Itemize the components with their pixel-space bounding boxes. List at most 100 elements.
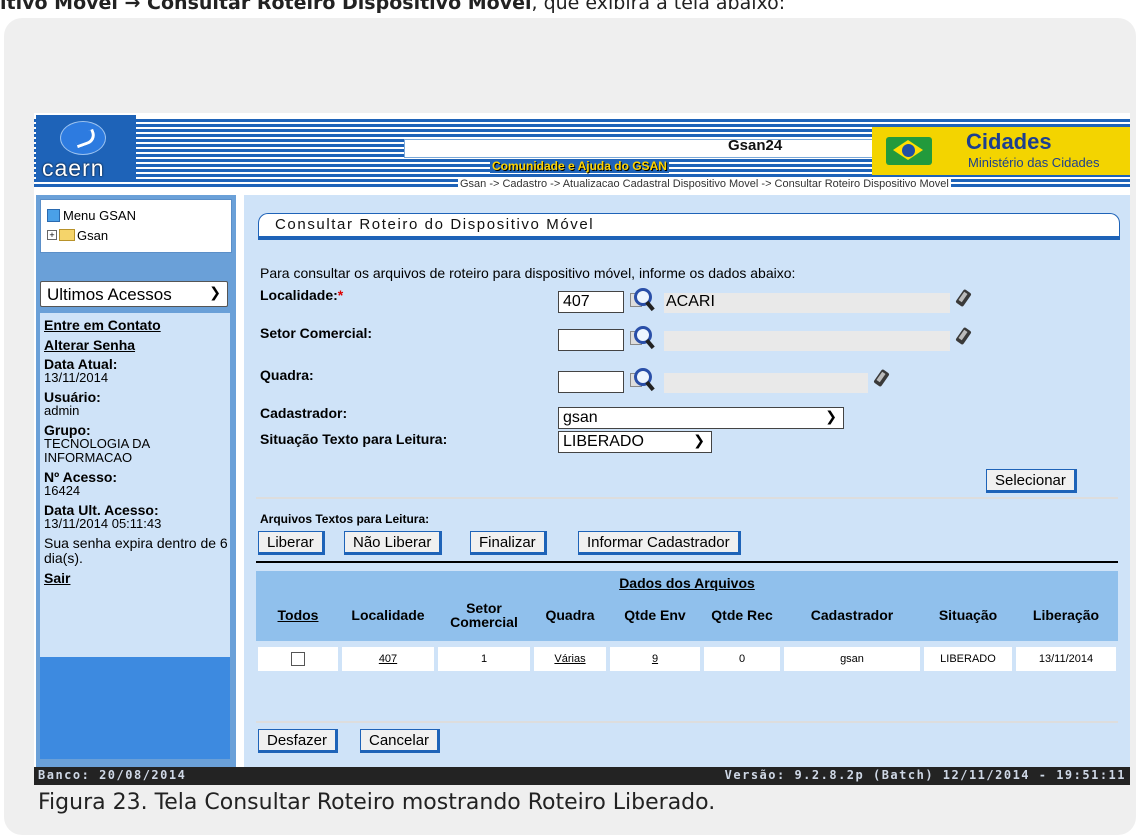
- cell-setor: 1: [438, 647, 530, 671]
- logout-link[interactable]: Sair: [44, 570, 230, 586]
- menu-icon: [47, 209, 60, 222]
- cell-localidade-link[interactable]: 407: [342, 647, 434, 671]
- nao-liberar-button[interactable]: Não Liberar: [344, 531, 443, 555]
- menu-title[interactable]: Menu GSAN: [63, 208, 136, 223]
- chevron-down-icon: ❯: [693, 432, 705, 448]
- cell-qtde-rec: 0: [704, 647, 780, 671]
- current-date-label: Data Atual:: [44, 356, 118, 372]
- last-access-value: 13/11/2014 05:11:43: [44, 516, 162, 531]
- header-cadastrador: Cadastrador: [810, 607, 894, 623]
- doc-heading-rest: , que exibirá a tela abaixo:: [531, 0, 786, 14]
- caern-logo-icon: [60, 121, 106, 155]
- brand-title: Cidades: [966, 129, 1052, 154]
- header-liberacao: Liberação: [1032, 607, 1100, 623]
- localidade-label: Localidade:*: [260, 287, 343, 303]
- page-title: Consultar Roteiro do Dispositivo Móvel: [275, 216, 595, 233]
- row-checkbox[interactable]: [291, 652, 305, 666]
- form-intro: Para consultar os arquivos de roteiro pa…: [260, 265, 796, 281]
- sidebar: Menu GSAN + Gsan Ultimos Acessos ❯ Entre…: [36, 195, 236, 767]
- contact-link[interactable]: Entre em Contato: [44, 317, 230, 333]
- change-password-link[interactable]: Alterar Senha: [44, 337, 230, 353]
- user-info-panel: Entre em Contato Alterar Senha Data Atua…: [40, 313, 230, 759]
- header-qtde-rec: Qtde Rec: [711, 607, 773, 623]
- version-info: Versão: 9.2.8.2p (Batch) 12/11/2014 - 19…: [724, 768, 1126, 782]
- chevron-down-icon: ❯: [209, 284, 221, 300]
- brand-subtitle: Ministério das Cidades: [968, 155, 1100, 170]
- localidade-input[interactable]: 407: [558, 291, 624, 313]
- arquivos-section-label: Arquivos Textos para Leitura:: [260, 512, 430, 526]
- situacao-value: LIBERADO: [563, 433, 644, 450]
- menu-tree: Menu GSAN + Gsan: [40, 199, 232, 253]
- gsan-screen: caern Gsan24 Comunidade e Ajuda do GSAN …: [34, 113, 1130, 785]
- last-access-label: Data Ult. Acesso:: [44, 502, 159, 518]
- table-row: 407 1 Várias 9 0 gsan LIBERADO 13/11/201…: [256, 647, 1118, 671]
- recent-access-value: Ultimos Acessos: [47, 285, 172, 304]
- gsan-title-bar: [404, 139, 876, 158]
- figure-caption: Figura 23. Tela Consultar Roteiro mostra…: [38, 790, 716, 815]
- divider: [256, 561, 1118, 563]
- brazil-flag-icon: [886, 137, 932, 165]
- required-marker: *: [337, 287, 344, 303]
- access-number-value: 16424: [44, 483, 81, 498]
- group-value: TECNOLOGIA DA INFORMACAO: [44, 436, 150, 465]
- situacao-select[interactable]: LIBERADO ❯: [558, 431, 712, 453]
- localidade-search-icon[interactable]: [628, 287, 656, 312]
- situacao-label: Situação Texto para Leitura:: [260, 431, 448, 447]
- liberar-button[interactable]: Liberar: [258, 531, 325, 555]
- setor-label: Setor Comercial:: [260, 325, 373, 341]
- database-date: Banco: 20/08/2014: [38, 768, 187, 782]
- user-label: Usuário:: [44, 389, 101, 405]
- header-situacao: Situação: [938, 607, 998, 623]
- tree-expand-icon[interactable]: +: [47, 230, 57, 240]
- status-footer: Banco: 20/08/2014 Versão: 9.2.8.2p (Batc…: [34, 767, 1130, 785]
- desfazer-button[interactable]: Desfazer: [258, 729, 339, 753]
- access-number-label: Nº Acesso:: [44, 469, 118, 485]
- cadastrador-select[interactable]: gsan ❯: [558, 407, 844, 429]
- quadra-description: [664, 373, 868, 393]
- quadra-input[interactable]: [558, 371, 624, 393]
- document-heading-fragment: itivo Móvel → Consultar Roteiro Disposit…: [0, 0, 1138, 18]
- password-expiry-message: Sua senha expira dentro de 6 dia(s).: [44, 535, 228, 566]
- tree-root-gsan[interactable]: Gsan: [77, 228, 108, 243]
- main-panel: Consultar Roteiro do Dispositivo Móvel P…: [244, 195, 1130, 767]
- setor-description: [664, 331, 950, 351]
- app-header: caern Gsan24 Comunidade e Ajuda do GSAN …: [34, 113, 1130, 191]
- header-qtde-env: Qtde Env: [624, 607, 686, 623]
- header-select-all[interactable]: Todos: [256, 595, 340, 635]
- table-header: Dados dos Arquivos Todos Localidade Seto…: [256, 571, 1118, 641]
- current-date-value: 13/11/2014: [44, 370, 109, 385]
- divider: [256, 497, 1118, 499]
- quadra-clear-icon[interactable]: [874, 369, 890, 389]
- cidades-brand: Cidades Ministério das Cidades: [872, 127, 1130, 175]
- header-setor-comercial: Setor Comercial: [450, 600, 518, 630]
- table-title: Dados dos Arquivos: [619, 575, 755, 591]
- cell-situacao: LIBERADO: [924, 647, 1012, 671]
- form-title-bar: Consultar Roteiro do Dispositivo Móvel: [258, 213, 1120, 240]
- setor-clear-icon[interactable]: [956, 327, 972, 347]
- finalizar-button[interactable]: Finalizar: [470, 531, 547, 555]
- localidade-label-text: Localidade:: [260, 287, 338, 303]
- caern-logo[interactable]: caern: [36, 115, 136, 181]
- community-link[interactable]: Comunidade e Ajuda do GSAN: [490, 159, 669, 173]
- cell-quadra-link[interactable]: Várias: [534, 647, 606, 671]
- quadra-search-icon[interactable]: [628, 367, 656, 392]
- cell-qtde-env-link[interactable]: 9: [610, 647, 700, 671]
- group-label: Grupo:: [44, 422, 91, 438]
- cell-cadastrador: gsan: [784, 647, 920, 671]
- header-localidade: Localidade: [351, 607, 425, 623]
- setor-input[interactable]: [558, 329, 624, 351]
- breadcrumb: Gsan -> Cadastro -> Atualizacao Cadastra…: [458, 178, 951, 190]
- setor-search-icon[interactable]: [628, 325, 656, 350]
- folder-icon: [59, 229, 75, 241]
- cell-liberacao: 13/11/2014: [1016, 647, 1116, 671]
- quadra-label: Quadra:: [260, 367, 314, 383]
- row-checkbox-cell: [258, 647, 338, 671]
- doc-heading-bold: itivo Móvel → Consultar Roteiro Disposit…: [0, 0, 532, 14]
- user-value: admin: [44, 403, 80, 418]
- localidade-clear-icon[interactable]: [956, 289, 972, 309]
- selecionar-button[interactable]: Selecionar: [986, 469, 1077, 493]
- cadastrador-value: gsan: [563, 409, 598, 426]
- cancelar-button[interactable]: Cancelar: [360, 729, 441, 753]
- recent-access-select[interactable]: Ultimos Acessos ❯: [40, 281, 228, 307]
- informar-cadastrador-button[interactable]: Informar Cadastrador: [578, 531, 741, 555]
